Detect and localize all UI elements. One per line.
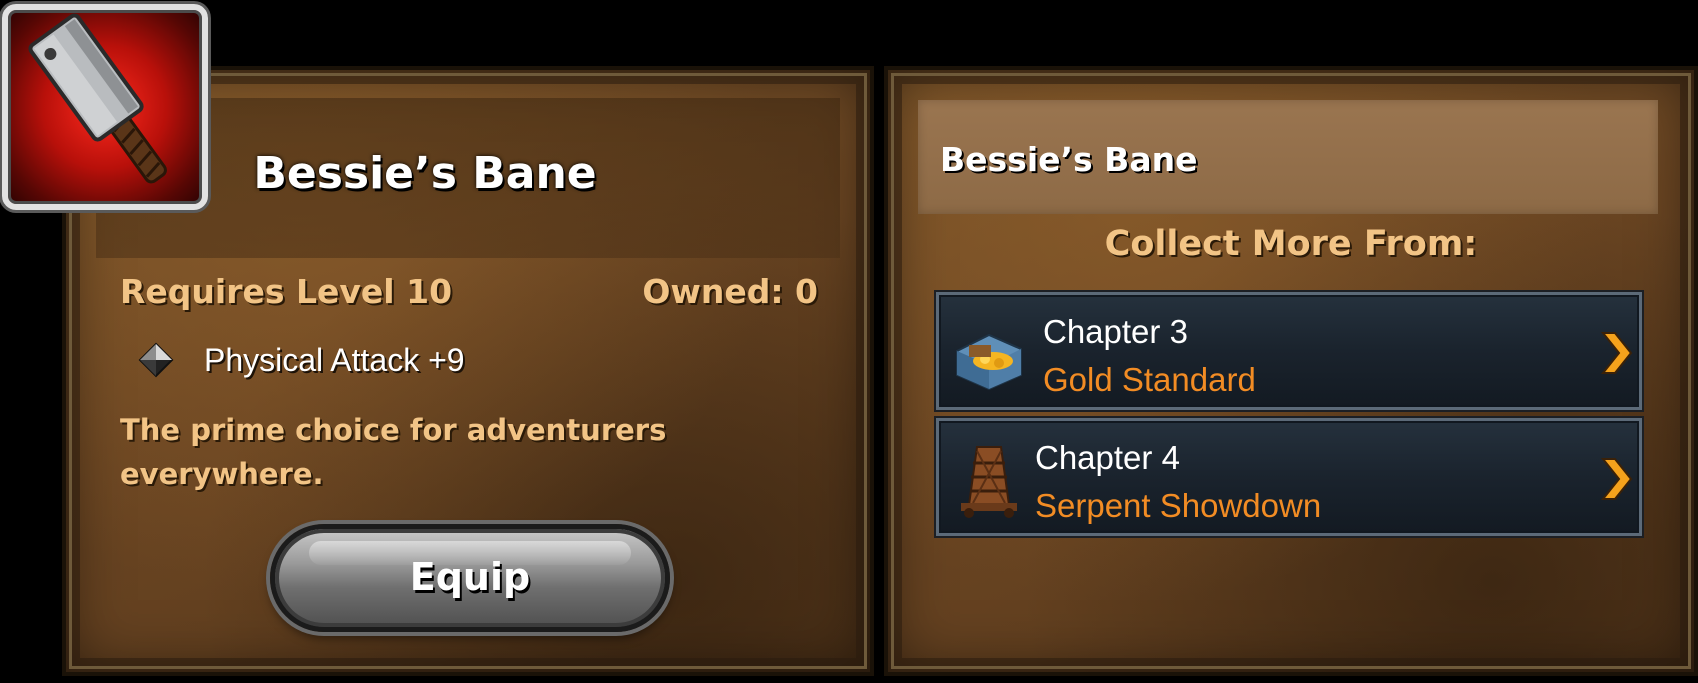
- equip-button[interactable]: Equip: [270, 524, 670, 632]
- siege-tower-icon: [951, 443, 1027, 519]
- owned-count-label: Owned: 0: [642, 272, 818, 311]
- source-row-chapter-4[interactable]: Chapter 4 Serpent Showdown: [936, 418, 1642, 536]
- chevron-right-icon: [1599, 331, 1633, 375]
- cleaver-icon: [2, 4, 208, 210]
- item-title: Bessie’s Bane: [253, 148, 597, 199]
- sources-header: Bessie’s Bane: [918, 100, 1658, 214]
- chapter-name: Serpent Showdown: [1035, 487, 1322, 524]
- stat-physical-attack: Physical Attack +9: [204, 342, 465, 378]
- chapter-label: Chapter 4: [1035, 439, 1180, 476]
- chapter-label: Chapter 3: [1043, 313, 1188, 350]
- required-level-label: Requires Level 10: [120, 272, 453, 311]
- item-description: The prime choice for adventurers everywh…: [120, 413, 667, 491]
- sources-header-title: Bessie’s Bane: [940, 140, 1198, 179]
- treasure-chest-icon: [951, 317, 1027, 393]
- equip-button-label: Equip: [409, 555, 531, 599]
- diamond-icon: [138, 342, 174, 378]
- source-row-chapter-3[interactable]: Chapter 3 Gold Standard: [936, 292, 1642, 410]
- chevron-right-icon: [1599, 457, 1633, 501]
- chapter-name: Gold Standard: [1043, 361, 1256, 398]
- collect-more-label: Collect More From:: [1104, 224, 1478, 264]
